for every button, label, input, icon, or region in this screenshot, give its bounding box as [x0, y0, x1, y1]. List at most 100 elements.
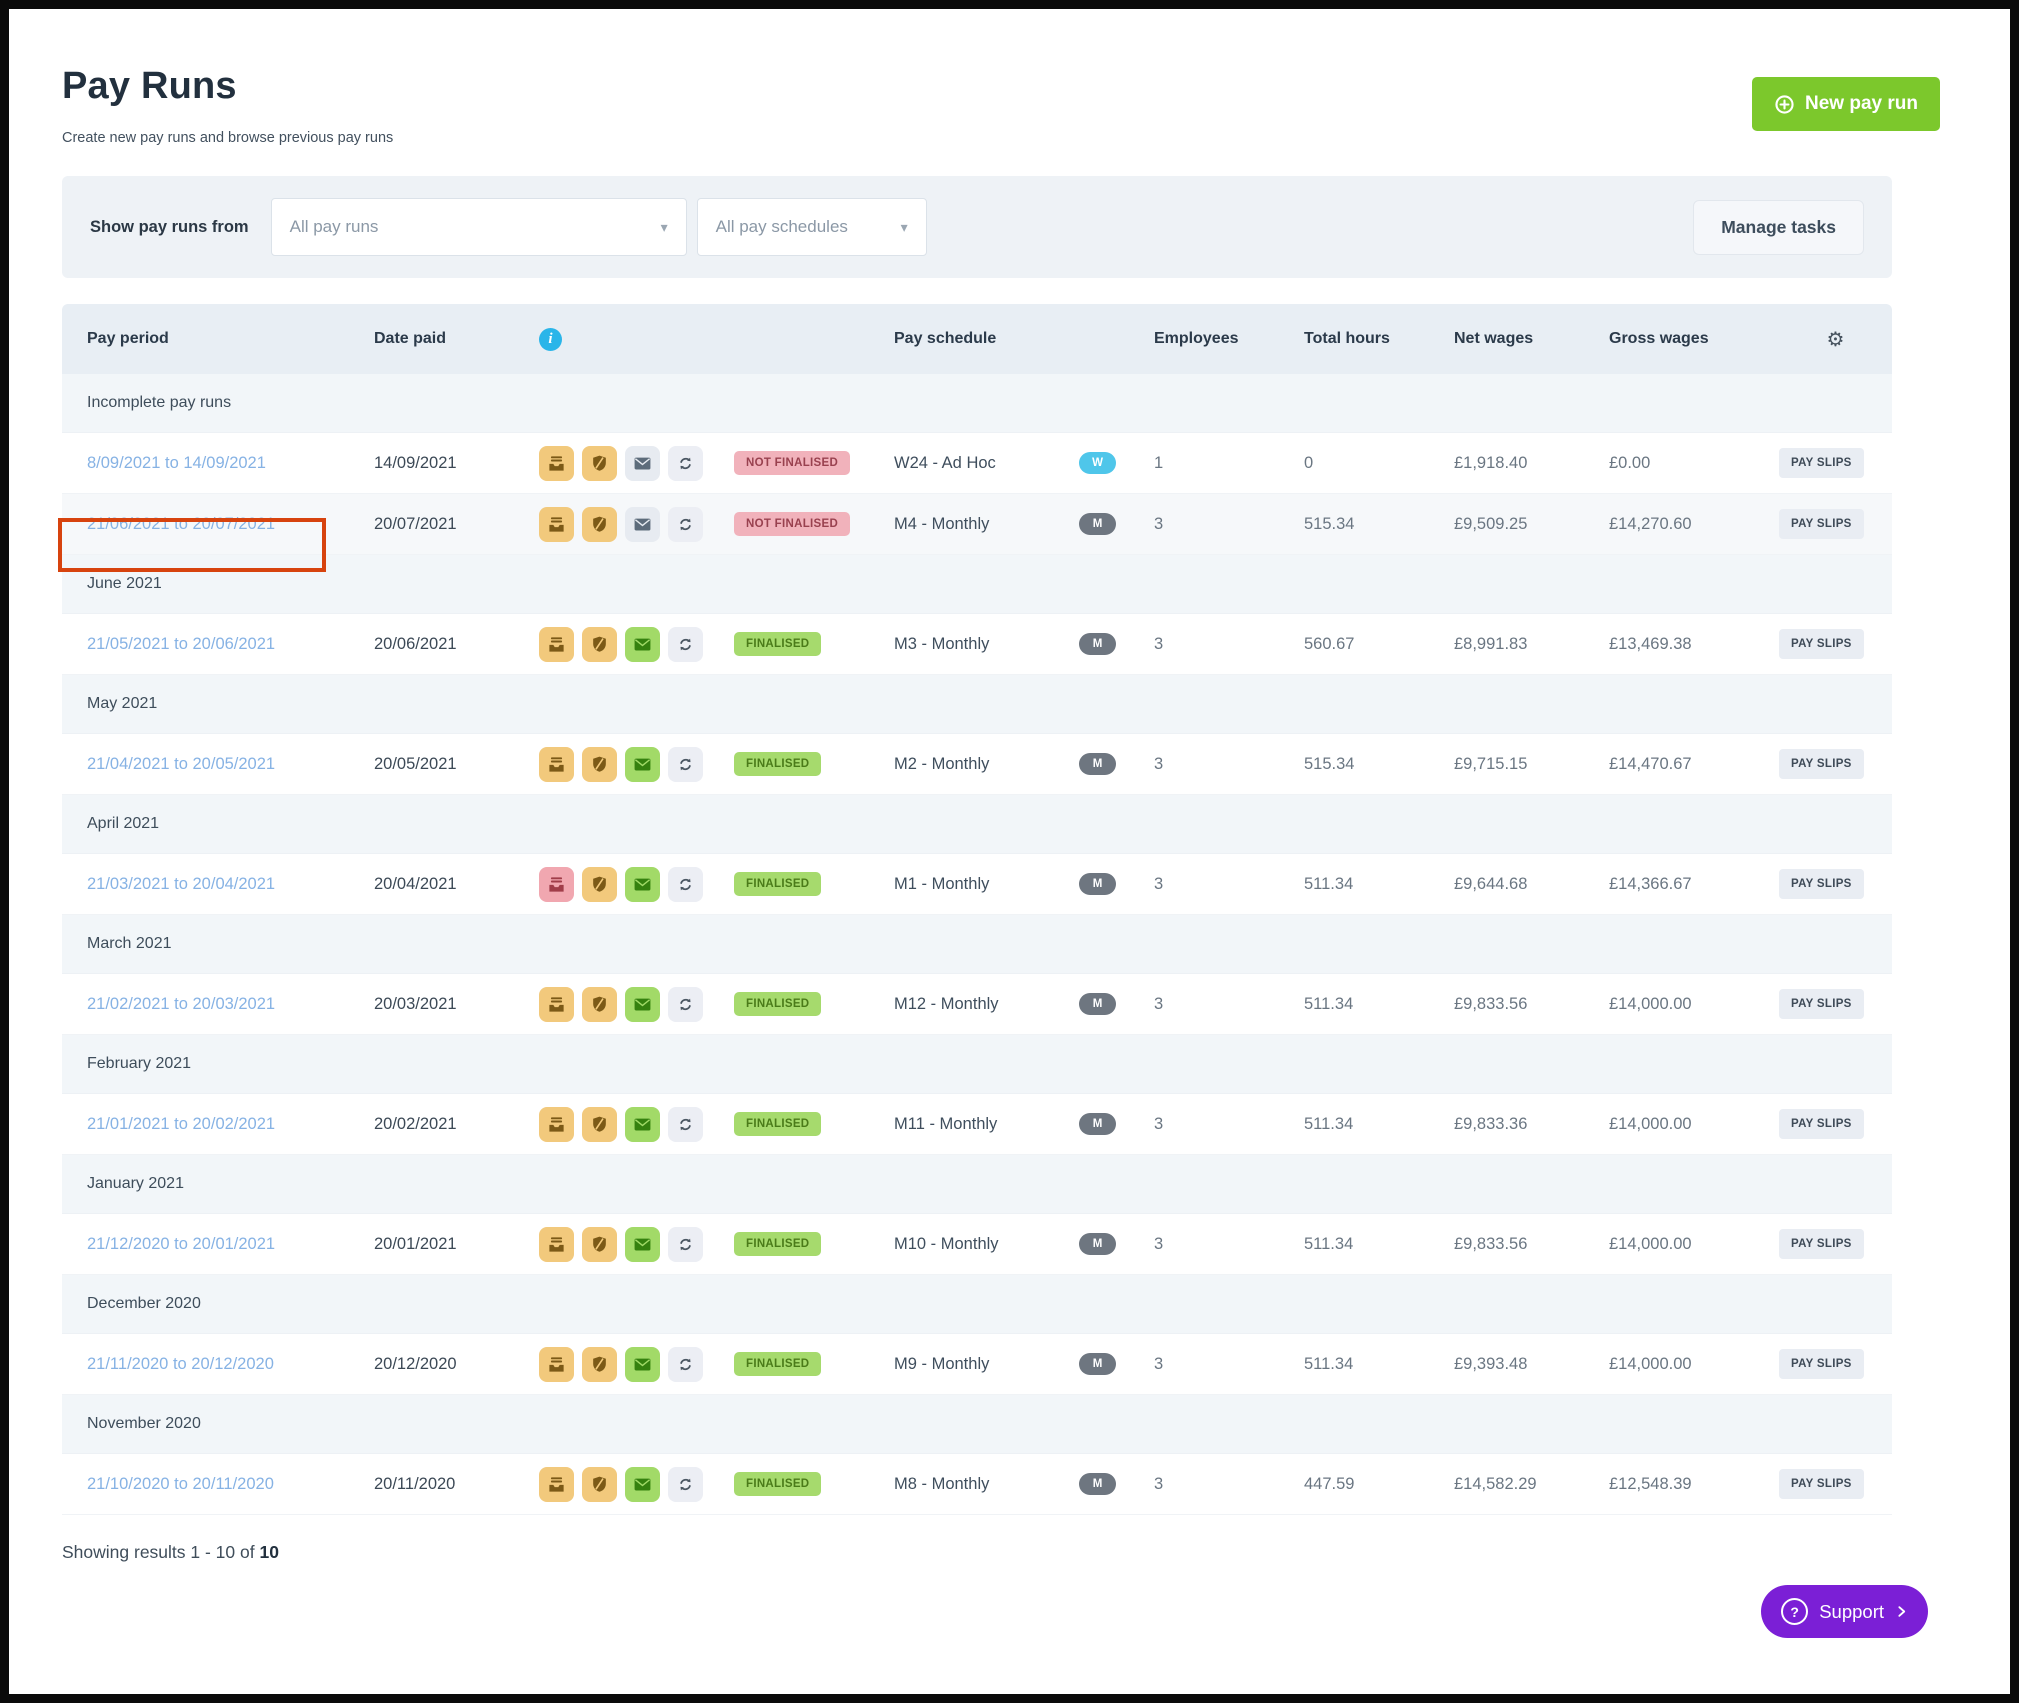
pay-period-link[interactable]: 21/12/2020 to 20/01/2021: [87, 1235, 275, 1254]
pay-slips-button[interactable]: PAY SLIPS: [1779, 749, 1864, 779]
total-hours-value: 515.34: [1304, 515, 1454, 534]
pay-slips-button[interactable]: PAY SLIPS: [1779, 869, 1864, 899]
pay-slips-button[interactable]: PAY SLIPS: [1779, 1229, 1864, 1259]
status-badge: FINALISED: [734, 1112, 821, 1136]
envelope-icon: [625, 987, 660, 1022]
date-paid-value: 20/03/2021: [374, 995, 539, 1014]
envelope-icon: [625, 1467, 660, 1502]
status-badge: FINALISED: [734, 992, 821, 1016]
chevron-down-icon: [647, 219, 668, 236]
frequency-badge-cell: M: [1079, 1353, 1154, 1375]
status-cell: FINALISED: [734, 1112, 894, 1136]
pay-period-cell: 21/05/2021 to 20/06/2021: [62, 635, 374, 654]
gross-wages-value: £14,000.00: [1609, 1115, 1779, 1134]
pay-period-link[interactable]: 21/01/2021 to 20/02/2021: [87, 1115, 275, 1134]
pay-run-row: 21/04/2021 to 20/05/202120/05/2021FINALI…: [62, 734, 1892, 795]
employees-value: 3: [1154, 1235, 1304, 1254]
main-content: Pay Runs Create new pay runs and browse …: [9, 9, 1892, 1563]
sync-icon: [668, 627, 703, 662]
status-icons-group: [539, 867, 734, 902]
pay-schedule-value: M12 - Monthly: [894, 995, 1079, 1014]
pay-schedule-value: M2 - Monthly: [894, 755, 1079, 774]
pay-schedule-value: M10 - Monthly: [894, 1235, 1079, 1254]
gross-wages-value: £0.00: [1609, 454, 1779, 473]
pay-period-link[interactable]: 21/05/2021 to 20/06/2021: [87, 635, 275, 654]
schedule-frequency-badge: M: [1079, 1473, 1116, 1495]
section-label: March 2021: [62, 935, 172, 953]
frequency-badge-cell: M: [1079, 1233, 1154, 1255]
journal-icon: [539, 867, 574, 902]
pay-period-cell: 21/12/2020 to 20/01/2021: [62, 1235, 374, 1254]
total-hours-value: 447.59: [1304, 1475, 1454, 1494]
pay-period-link[interactable]: 21/10/2020 to 20/11/2020: [87, 1475, 274, 1494]
column-header-gross-wages: Gross wages: [1609, 330, 1779, 348]
pay-period-link[interactable]: 21/03/2021 to 20/04/2021: [87, 875, 275, 894]
status-icons-group: [539, 1227, 734, 1262]
new-pay-run-button[interactable]: New pay run: [1752, 77, 1940, 131]
pay-period-link[interactable]: 21/06/2021 to 20/07/2021: [87, 515, 275, 534]
schedule-frequency-badge: M: [1079, 633, 1116, 655]
section-label: February 2021: [62, 1055, 191, 1073]
employees-value: 1: [1154, 454, 1304, 473]
pay-slips-button[interactable]: PAY SLIPS: [1779, 629, 1864, 659]
status-badge: FINALISED: [734, 1472, 821, 1496]
pay-slips-cell: PAY SLIPS: [1779, 1349, 1892, 1379]
sync-icon: [668, 1347, 703, 1382]
status-cell: NOT FINALISED: [734, 512, 894, 536]
pay-period-link[interactable]: 21/04/2021 to 20/05/2021: [87, 755, 275, 774]
pay-period-cell: 21/04/2021 to 20/05/2021: [62, 755, 374, 774]
filter-label: Show pay runs from: [90, 218, 249, 237]
journal-icon: [539, 446, 574, 481]
pay-slips-button[interactable]: PAY SLIPS: [1779, 1109, 1864, 1139]
schedule-frequency-badge: W: [1079, 452, 1116, 474]
support-button[interactable]: Support: [1761, 1585, 1928, 1638]
pay-schedule-value: W24 - Ad Hoc: [894, 454, 1079, 473]
frequency-badge-cell: M: [1079, 993, 1154, 1015]
pay-period-link[interactable]: 21/11/2020 to 20/12/2020: [87, 1355, 274, 1374]
status-badge: FINALISED: [734, 632, 821, 656]
net-wages-value: £9,393.48: [1454, 1355, 1609, 1374]
schedule-frequency-badge: M: [1079, 1113, 1116, 1135]
journal-icon: [539, 747, 574, 782]
frequency-badge-cell: M: [1079, 633, 1154, 655]
shield-icon: [582, 1107, 617, 1142]
question-circle-icon: [1781, 1598, 1808, 1625]
pay-period-cell: 21/06/2021 to 20/07/2021: [62, 515, 374, 534]
status-cell: NOT FINALISED: [734, 451, 894, 475]
info-icon[interactable]: [539, 328, 562, 351]
pay-schedule-value: M9 - Monthly: [894, 1355, 1079, 1374]
pay-run-row: 21/03/2021 to 20/04/202120/04/2021FINALI…: [62, 854, 1892, 915]
date-paid-value: 20/12/2020: [374, 1355, 539, 1374]
pay-runs-filter-dropdown[interactable]: All pay runs: [271, 198, 687, 256]
pay-period-cell: 8/09/2021 to 14/09/2021: [62, 454, 374, 473]
journal-icon: [539, 627, 574, 662]
pay-slips-cell: PAY SLIPS: [1779, 629, 1892, 659]
pay-period-link[interactable]: 8/09/2021 to 14/09/2021: [87, 454, 266, 473]
employees-value: 3: [1154, 875, 1304, 894]
status-icons-group: [539, 507, 734, 542]
pay-slips-button[interactable]: PAY SLIPS: [1779, 448, 1864, 478]
pay-slips-cell: PAY SLIPS: [1779, 1109, 1892, 1139]
pay-schedules-filter-dropdown[interactable]: All pay schedules: [697, 198, 927, 256]
status-icons-group: [539, 446, 734, 481]
pay-slips-cell: PAY SLIPS: [1779, 869, 1892, 899]
pay-run-row: 21/12/2020 to 20/01/202120/01/2021FINALI…: [62, 1214, 1892, 1275]
pay-period-cell: 21/11/2020 to 20/12/2020: [62, 1355, 374, 1374]
envelope-icon: [625, 867, 660, 902]
gear-icon[interactable]: [1827, 327, 1845, 352]
pay-period-link[interactable]: 21/02/2021 to 20/03/2021: [87, 995, 275, 1014]
section-label: May 2021: [62, 695, 157, 713]
pay-slips-button[interactable]: PAY SLIPS: [1779, 989, 1864, 1019]
column-header-pay-period: Pay period: [62, 330, 374, 348]
shield-icon: [582, 1227, 617, 1262]
sync-icon: [668, 1467, 703, 1502]
total-hours-value: 511.34: [1304, 1115, 1454, 1134]
results-total: 10: [259, 1542, 278, 1562]
column-header-total-hours: Total hours: [1304, 330, 1454, 348]
pay-slips-button[interactable]: PAY SLIPS: [1779, 1349, 1864, 1379]
status-cell: FINALISED: [734, 632, 894, 656]
frequency-badge-cell: M: [1079, 1113, 1154, 1135]
manage-tasks-button[interactable]: Manage tasks: [1693, 200, 1864, 255]
pay-slips-button[interactable]: PAY SLIPS: [1779, 509, 1864, 539]
pay-slips-button[interactable]: PAY SLIPS: [1779, 1469, 1864, 1499]
